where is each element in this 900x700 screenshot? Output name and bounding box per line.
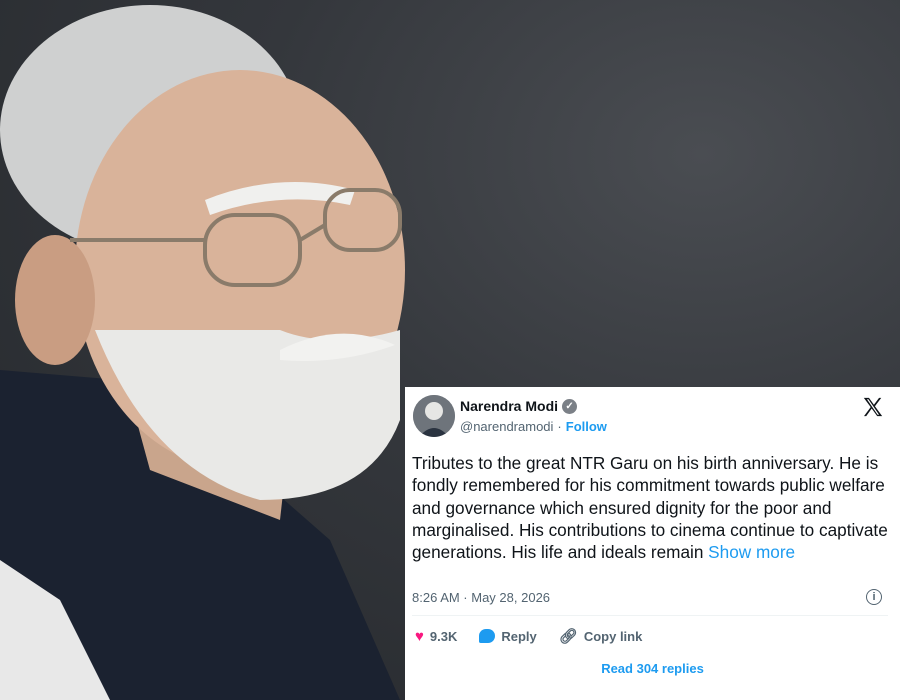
tweet-body: Tributes to the great NTR Garu on his bi… [412, 453, 888, 563]
tweet-text: Tributes to the great NTR Garu on his bi… [412, 452, 890, 563]
like-count: 9.3K [429, 628, 458, 644]
author-avatar[interactable] [413, 395, 455, 437]
link-icon: 🔗︎ [558, 628, 578, 645]
copy-link-button[interactable]: 🔗︎ Copy link [559, 627, 643, 645]
author-name[interactable]: Narendra Modi [460, 398, 558, 414]
tweet-card: Narendra Modi ✓ @narendramodi · Follow T… [405, 387, 900, 700]
copy-link-label: Copy link [583, 628, 643, 644]
like-button[interactable]: ♥ 9.3K [415, 628, 457, 645]
x-logo-icon[interactable] [862, 396, 884, 418]
author-handle[interactable]: @narendramodi [460, 419, 553, 434]
action-bar: ♥ 9.3K Reply 🔗︎ Copy link [415, 627, 664, 646]
show-more-link[interactable]: Show more [708, 542, 795, 562]
handle-row: @narendramodi · Follow [460, 419, 607, 434]
author-name-row: Narendra Modi ✓ [460, 398, 578, 414]
info-icon[interactable]: i [866, 589, 882, 605]
reply-label: Reply [501, 628, 537, 644]
verified-badge-icon: ✓ [562, 398, 578, 414]
tweet-timestamp[interactable]: 8:26 AM · May 28, 2026 [412, 590, 550, 605]
reply-bubble-icon [479, 629, 496, 643]
heart-icon: ♥ [415, 627, 424, 645]
separator-dot: · [557, 419, 562, 434]
follow-button[interactable]: Follow [566, 419, 607, 434]
divider [412, 615, 888, 616]
reply-button[interactable]: Reply [479, 628, 537, 644]
avatar-image [413, 395, 455, 437]
read-replies-link[interactable]: Read 304 replies [405, 661, 900, 676]
